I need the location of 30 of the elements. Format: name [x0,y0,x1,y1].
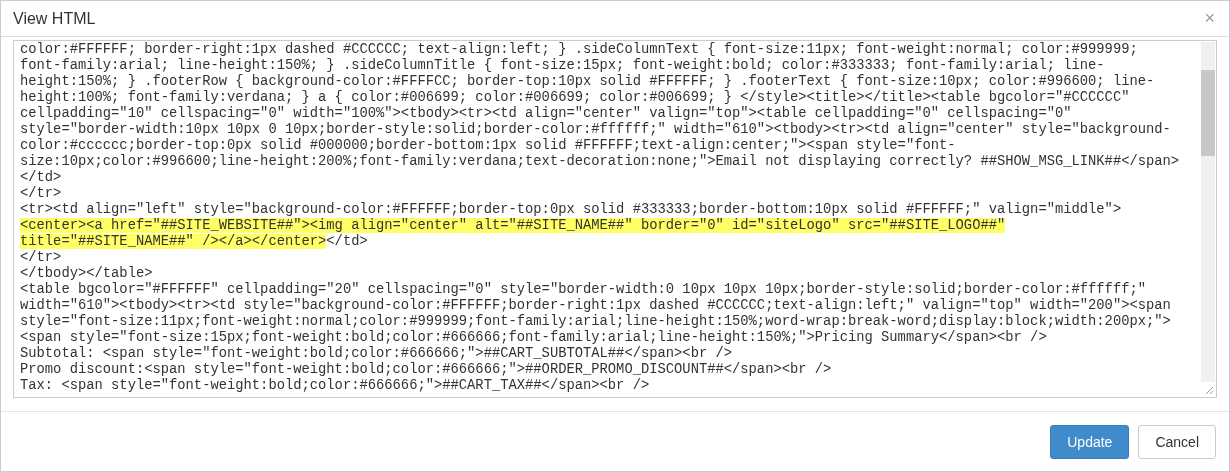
dialog-title: View HTML [13,9,96,28]
code-text: Tax: <span style="font-weight:bold;color:#666666;">##CART_TAX##</span><br /> [20,378,650,393]
code-text: width="610"><tbody><tr><td style="background-color:#FFFFFF;border-right:1px dashed #CCCCCC;text-align:left;" valign="top" width="200"><span [20,298,1171,313]
close-button[interactable]: × [1200,8,1219,29]
code-text: </tbody></table> [20,266,153,281]
update-button[interactable]: Update [1050,424,1130,459]
code-text: color:#FFFFFF; border-right:1px dashed #CCCCCC; text-align:left; } .sideColumnText { font-size:11px; font-weight:normal; color:#999999; [20,42,1138,57]
code-text: </tr> [20,186,62,201]
code-text: <tr><td align="left" style="background-color:#FFFFFF;border-top:0px solid #333333;border-bottom:10px solid #FFFFFF;" valign="middle"> [20,202,1122,217]
code-text: Promo discount:<span style="font-weight:bold;color:#666666;">##ORDER_PROMO_DISCOUNT##</span><br /> [20,362,832,377]
code-text: height:100%; font-family:verdana; } a { color:#006699; color:#006699; color:#006699; } </style><title></title><table bgcolor="#CCCCCC" [20,90,1130,105]
code-text: <span style="font-size:15px;font-weight:bold;color:#666666;font-family:arial;line-height:150%;">Pricing Summary</span><br /> [20,330,1047,345]
code-text: </td> [20,170,62,185]
html-editor[interactable] [13,40,1217,398]
code-text: font-family:arial; line-height:150%; } .sideColumnTitle { font-size:15px; font-weight:bold; color:#333333; font-family:arial; line- [20,58,1105,73]
scrollbar[interactable] [1201,42,1215,382]
code-text: size:10px;color:#996600;line-height:200%;font-family:verdana;text-decoration:none;">Email not displaying correctly? ##SHOW_MSG_LINK##</span> [20,154,1180,169]
code-text: style="border-width:10px 10px 0 10px;border-style:solid;border-color:#ffffff;" width="610"><tbody><tr><td align="center" style="background- [20,122,1171,137]
code-text: color:#cccccc;border-top:0px solid #000000;border-bottom:1px solid #FFFFFF;text-align:center;"><span style="font- [20,138,956,153]
code-text: style="font-size:11px;font-weight:normal;color:#999999;font-family:arial;line-height:150%;word-wrap:break-word;display:block;width:200px;"> [20,314,1171,329]
highlighted-code: title="##SITE_NAME##" /></a></center> [20,234,327,249]
code-text: Subtotal: <span style="font-weight:bold;color:#666666;">##CART_SUBTOTAL##</span><br /> [20,346,733,361]
code-text: </td> [326,234,368,249]
code-text: cellpadding="10" cellspacing="0" width="100%"><tbody><tr><td align="center" valign="top"><table cellpadding="0" cellspacing="0" [20,106,1072,121]
code-text: height:150%; } .footerRow { background-color:#FFFFCC; border-top:10px solid #FFFFFF; } .footerText { font-size:10px; color:#996600; line- [20,74,1155,89]
highlighted-code: <center><a href="##SITE_WEBSITE##"><img align="center" alt="##SITE_NAME##" border="0" id="siteLogo" src="##SITE_LOGO##" [20,218,1006,233]
resize-handle-icon[interactable] [1204,385,1214,395]
code-text: </tr> [20,250,62,265]
cancel-button[interactable]: Cancel [1138,424,1216,459]
code-text: <table bgcolor="#FFFFFF" cellpadding="20" cellspacing="0" style="border-width:0 10px 10px 10px;border-style:solid;border-color:#ffffff;" [20,282,1146,297]
